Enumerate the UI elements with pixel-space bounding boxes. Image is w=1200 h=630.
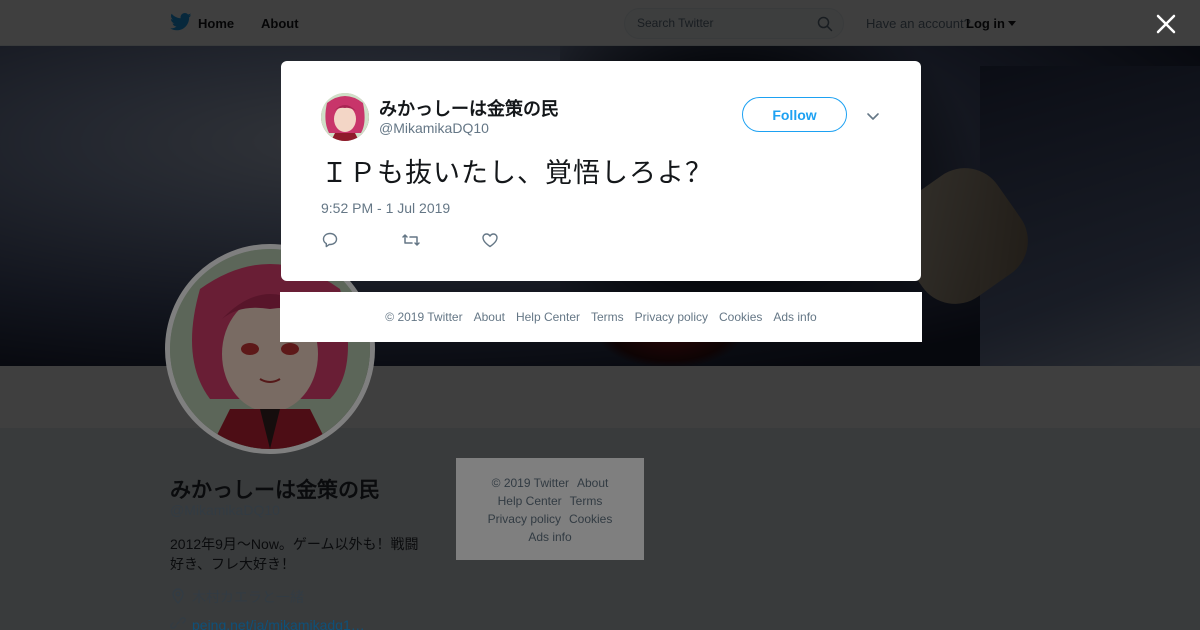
sidebar-footer-privacy[interactable]: Privacy policy	[488, 512, 561, 526]
modal-footer: © 2019 Twitter About Help Center Terms P…	[280, 292, 922, 342]
like-icon	[481, 233, 499, 253]
footer-copyright: © 2019 Twitter	[385, 310, 463, 324]
footer-about[interactable]: About	[474, 310, 505, 324]
sidebar-footer-copyright: © 2019 Twitter	[491, 476, 569, 490]
sidebar-footer-ads[interactable]: Ads info	[528, 530, 571, 544]
profile-link-text[interactable]: peing.net/ja/mikamikadq1…	[192, 617, 365, 630]
footer-privacy-policy[interactable]: Privacy policy	[635, 310, 708, 324]
sidebar-footer-terms[interactable]: Terms	[570, 494, 603, 508]
tweet-actions	[321, 231, 561, 251]
sidebar-footer-help[interactable]: Help Center	[498, 494, 562, 508]
profile-bio: 2012年9月〜Now。ゲーム以外も！戦闘好き、フレ大好き！	[170, 536, 419, 572]
sidebar-footer-about[interactable]: About	[577, 476, 608, 490]
footer-help-center[interactable]: Help Center	[516, 310, 580, 324]
reply-button[interactable]	[321, 231, 401, 251]
sidebar-footer-cookies[interactable]: Cookies	[569, 512, 612, 526]
like-button[interactable]	[481, 231, 561, 251]
chevron-down-icon[interactable]	[866, 109, 880, 127]
tweet-author-name[interactable]: みかっしーは金策の民	[379, 95, 559, 121]
footer-ads-info[interactable]: Ads info	[773, 310, 816, 324]
location-icon	[170, 587, 186, 607]
sidebar-footer: © 2019 Twitter About Help Center Terms Pri…	[456, 458, 644, 560]
footer-terms[interactable]: Terms	[591, 310, 624, 324]
profile-name: みかっしーは金策の民	[170, 479, 380, 502]
tweet-author-handle[interactable]: @MikamikaDQ10	[379, 120, 489, 136]
profile-link[interactable]: peing.net/ja/mikamikadq1…	[170, 615, 365, 630]
profile-handle: @MikamikaDQ10	[170, 502, 280, 518]
profile-location-text: 木村カエラと一緒	[192, 589, 304, 605]
footer-cookies[interactable]: Cookies	[719, 310, 762, 324]
tweet-timestamp[interactable]: 9:52 PM - 1 Jul 2019	[321, 200, 450, 216]
close-icon[interactable]	[1154, 12, 1178, 36]
retweet-button[interactable]	[401, 231, 481, 251]
tweet-text: ＩＰも抜いたし、覚悟しろよ？	[321, 158, 713, 188]
tweet-modal: みかっしーは金策の民 @MikamikaDQ10 Follow ＩＰも抜いたし、…	[281, 61, 921, 281]
reply-icon	[321, 232, 339, 253]
link-icon	[170, 615, 186, 630]
tweet-author-avatar[interactable]	[321, 93, 369, 141]
follow-button[interactable]: Follow	[742, 97, 847, 132]
profile-location: 木村カエラと一緒	[170, 587, 304, 607]
retweet-icon	[401, 234, 421, 253]
